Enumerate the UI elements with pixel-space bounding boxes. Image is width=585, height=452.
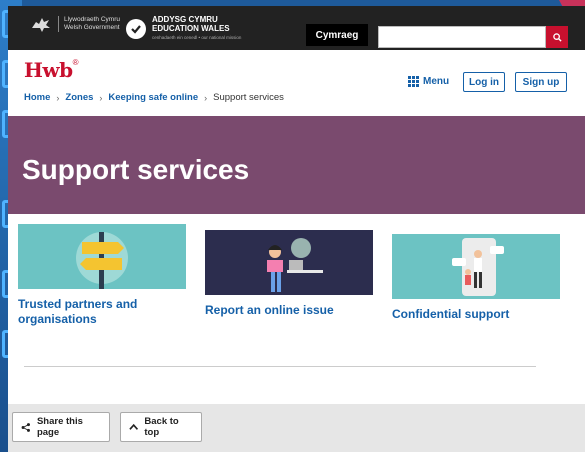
breadcrumb-keeping-safe-online[interactable]: Keeping safe online [108,92,198,103]
ew-tagline: cenhadaeth ein cenedl • our national mis… [152,35,242,40]
checkmark-icon [126,18,146,39]
card-report-issue[interactable]: Report an online issue [205,230,373,318]
welsh-government-logo[interactable]: Llywodraeth Cymru Welsh Government [30,14,120,34]
dragon-icon [32,18,50,32]
menu-button[interactable]: Menu [408,76,449,87]
hwb-logo[interactable]: Hwb® [24,58,79,82]
share-icon [21,422,30,432]
card-trusted-partners[interactable]: Trusted partners and organisations [18,224,186,327]
ew-welsh-name: ADDYSG CYMRU [152,15,218,24]
share-page-button[interactable]: Share this page [12,412,110,442]
signpost-illustration [18,224,186,289]
breadcrumb: Home › Zones › Keeping safe online › Sup… [24,92,284,103]
welsh-government-text: Llywodraeth Cymru Welsh Government [58,16,120,32]
back-to-top-label: Back to top [144,416,179,438]
card-title-line: Report an online issue [205,303,334,317]
breadcrumb-home[interactable]: Home [24,92,50,103]
login-button[interactable]: Log in [463,72,505,92]
breadcrumb-zones[interactable]: Zones [65,92,93,103]
laptop-user-illustration [205,230,373,295]
card-confidential-support[interactable]: Confidential support [392,234,560,322]
grid-menu-icon [408,76,419,87]
phone-support-illustration [392,234,560,299]
chevron-right-icon: › [56,92,60,103]
chevron-right-icon: › [99,92,103,103]
footer-actions: Share this page Back to top [8,404,585,452]
search-icon [552,32,562,42]
education-wales-logo[interactable]: ADDYSG CYMRU EDUCATION WALES cenhadaeth … [126,15,241,42]
share-page-label: Share this page [36,416,83,438]
browser-page: Llywodraeth Cymru Welsh Government ADDYS… [8,6,585,452]
gov-line-welsh: Llywodraeth Cymru [64,16,120,23]
signup-button[interactable]: Sign up [515,72,567,92]
hwb-logo-text: Hwb [24,58,73,82]
language-toggle-button[interactable]: Cymraeg [306,24,368,46]
menu-label: Menu [423,76,450,87]
registered-mark: ® [72,58,79,67]
content-divider [24,366,536,367]
search-button[interactable] [546,26,568,48]
back-to-top-button[interactable]: Back to top [120,412,202,442]
card-title-line: Confidential support [392,307,510,321]
breadcrumb-current: Support services [213,92,284,103]
chevron-right-icon: › [204,92,208,103]
government-bar: Llywodraeth Cymru Welsh Government ADDYS… [8,6,585,50]
gov-line-english: Welsh Government [64,24,120,31]
chevron-up-icon [129,423,139,430]
page-title: Support services [22,154,250,185]
ew-english-name: EDUCATION WALES [152,24,230,33]
card-title-line: organisations [18,312,97,326]
card-title-line: Trusted partners and [18,297,138,311]
search-input[interactable] [378,26,546,48]
page-banner: Support services [8,116,585,214]
